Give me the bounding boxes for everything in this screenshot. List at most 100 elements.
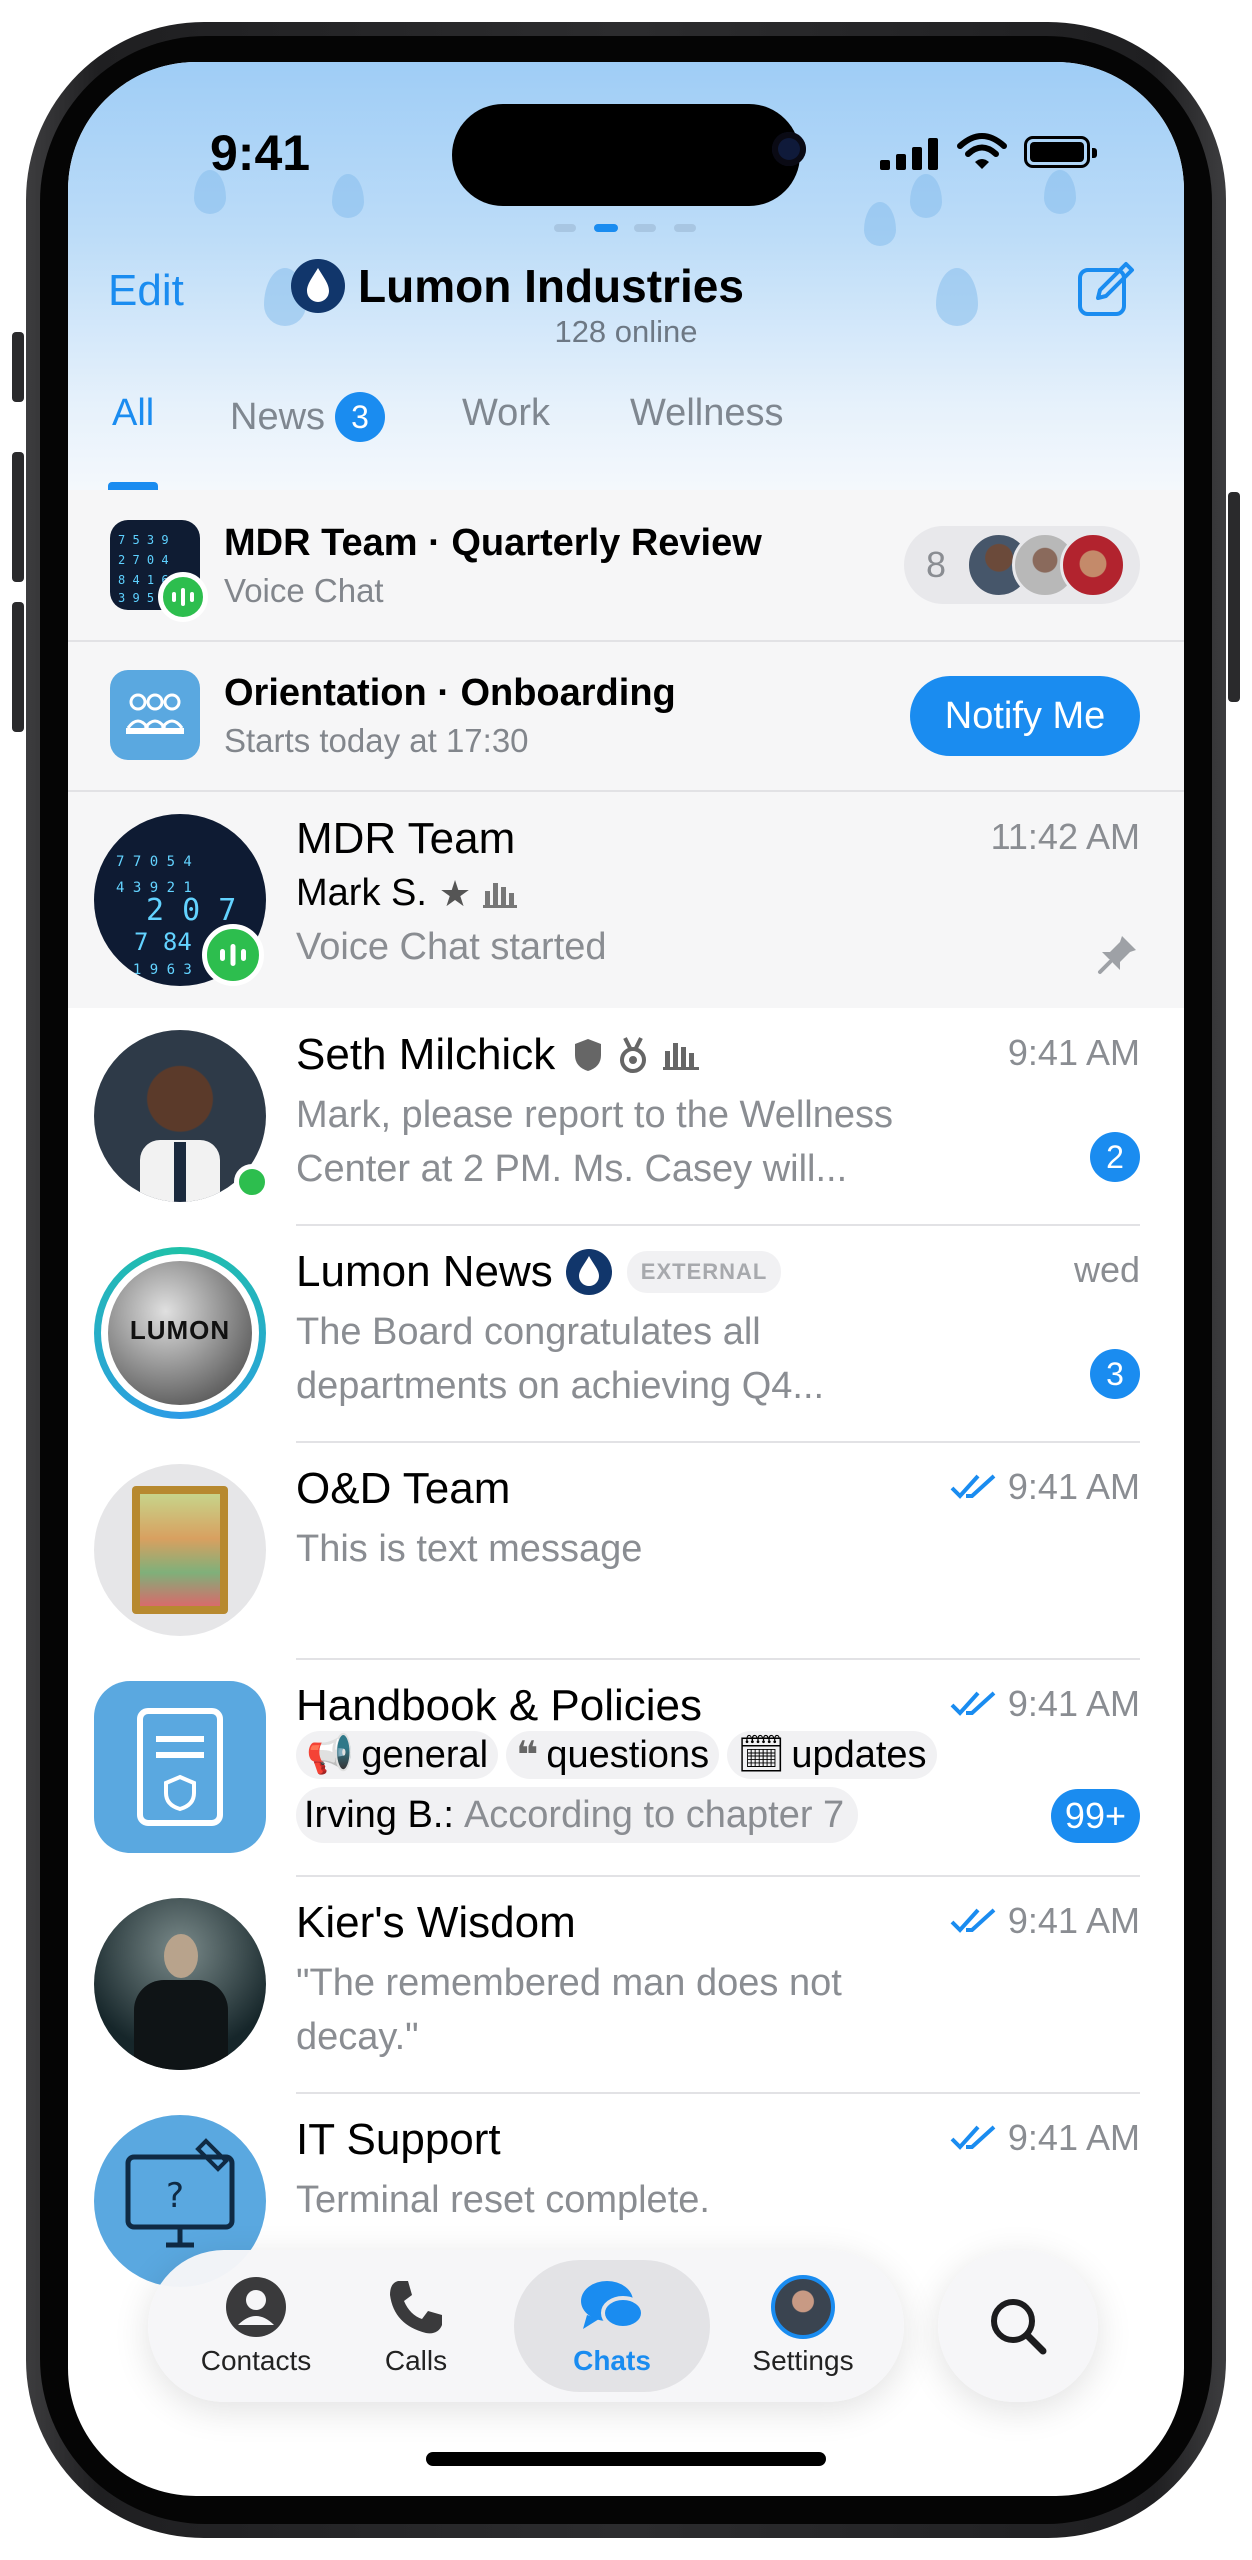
quote-icon: ❝ (516, 1734, 539, 1777)
topic-updates[interactable]: 🗓 updates (727, 1731, 937, 1779)
tab-all[interactable]: All (112, 392, 154, 435)
external-tag: EXTERNAL (626, 1251, 782, 1293)
chat-message: Terminal reset complete. (296, 2179, 710, 2221)
tab-label: Work (462, 392, 550, 434)
chat-time: 9:41 AM (950, 1683, 1140, 1725)
page-indicator (554, 224, 576, 232)
event-banner[interactable]: Orientation · Onboarding Starts today at… (68, 642, 1184, 790)
svg-text:7 5 3 9: 7 5 3 9 (118, 533, 169, 547)
chat-sender-line: Mark S. ★ (296, 872, 518, 915)
chat-bubbles-icon (581, 2281, 645, 2330)
avatar (94, 1681, 266, 1853)
topic-questions[interactable]: ❝ questions (506, 1731, 720, 1779)
voice-participants[interactable]: 8 (904, 526, 1140, 604)
double-check-icon (950, 1691, 996, 1716)
volume-up-button (12, 452, 24, 582)
participant-count: 8 (926, 544, 947, 585)
onboarding-group-icon (110, 670, 200, 760)
voice-chat-icon (158, 572, 208, 622)
tab-news[interactable]: News 3 (230, 392, 386, 442)
svg-text:7 7 0 5 4: 7 7 0 5 4 (116, 854, 192, 870)
pin-icon (1098, 936, 1136, 974)
chat-name: Kier's Wisdom (296, 1898, 576, 1947)
active-tab-indicator (108, 482, 158, 490)
avatar-icon (771, 2275, 835, 2339)
notify-me-button[interactable]: Notify Me (910, 676, 1140, 756)
topic-label: general (361, 1733, 489, 1776)
event-subtitle: Starts today at 17:30 (224, 722, 529, 759)
chat-name-text: Seth Milchick (296, 1030, 556, 1079)
decor-drop (864, 202, 896, 246)
medal-icon (620, 1037, 647, 1073)
avatar (94, 1464, 266, 1636)
edit-button[interactable]: Edit (108, 266, 184, 316)
chat-name: IT Support (296, 2115, 501, 2164)
search-button[interactable] (938, 2250, 1098, 2402)
chat-time: 9:41 AM (950, 1466, 1140, 1508)
calendar-icon: 🗓 (737, 1734, 786, 1776)
tab-label: News (230, 395, 326, 438)
stats-icon (663, 1043, 700, 1070)
event-title: Orientation · Onboarding (224, 672, 676, 714)
svg-text:2 1 9 6 3: 2 1 9 6 3 (116, 962, 192, 978)
handbook-icon (137, 1708, 223, 1826)
tab-calls[interactable]: Calls (346, 2250, 486, 2402)
chat-time: 9:41 AM (950, 1900, 1140, 1942)
megaphone-icon: 📢 (306, 1734, 354, 1776)
participant-avatar (1060, 532, 1126, 598)
phone-icon (390, 2281, 442, 2334)
tab-unread-badge: 3 (335, 392, 386, 442)
tab-chats[interactable]: Chats (514, 2250, 710, 2402)
chat-row-od-team[interactable]: O&D Team 9:41 AM This is text message (68, 1442, 1184, 1658)
compose-icon[interactable] (1076, 260, 1136, 320)
power-button (1228, 492, 1240, 702)
topic-label: updates (791, 1733, 927, 1776)
signal-icon (880, 138, 940, 170)
decor-drop (1044, 170, 1076, 214)
chat-time-text: 9:41 AM (1007, 1466, 1140, 1507)
sender-name: Mark S. (296, 872, 427, 914)
tab-label: Contacts (200, 2345, 312, 2376)
voice-chat-banner[interactable]: 7 5 3 92 7 0 48 4 1 63 9 5 2 MDR Team · … (68, 490, 1184, 640)
svg-text:2 7 0 4: 2 7 0 4 (118, 553, 169, 567)
chat-row-mdr-team[interactable]: 7 7 0 5 4 4 3 9 2 1 2 0 7 7 84 2 1 9 6 3… (68, 792, 1184, 1008)
voice-chat-subtitle: Voice Chat (224, 572, 384, 609)
tab-label: All (112, 392, 155, 434)
lumon-logo-text: LUMON (129, 1315, 231, 1345)
screen: 9:41 Edit Lumon Industries 128 online Al… (68, 62, 1184, 2496)
chat-name-text: Lumon News (296, 1247, 553, 1296)
voice-chat-title: MDR Team · Quarterly Review (224, 522, 762, 564)
chat-name: O&D Team (296, 1464, 511, 1513)
camera-icon (772, 132, 806, 166)
chat-row-handbook[interactable]: Handbook & Policies 9:41 AM 📢 general ❝ qu… (68, 1659, 1184, 1875)
tab-contacts[interactable]: Contacts (178, 2250, 334, 2402)
action-button (12, 332, 24, 402)
title-text: Lumon Industries (358, 260, 744, 312)
tab-label: Settings (752, 2345, 854, 2376)
topic-label: questions (546, 1733, 710, 1776)
dynamic-island (452, 104, 800, 206)
chat-row-seth-milchick[interactable]: Seth Milchick 9:41 AM Mark, please repor… (68, 1008, 1184, 1224)
tab-work[interactable]: Work (462, 392, 550, 435)
online-count: 128 online (554, 314, 698, 349)
topic-general[interactable]: 📢 general (296, 1731, 499, 1779)
tab-label: Chats (573, 2345, 651, 2376)
page-indicator-active (594, 224, 618, 232)
voice-chat-icon (202, 924, 264, 986)
person-icon (226, 2277, 286, 2337)
decor-drop (910, 174, 942, 218)
tab-settings[interactable]: Settings (728, 2250, 878, 2402)
topic-preview: Irving B.: According to chapter 7 (296, 1787, 859, 1843)
page-indicator (674, 224, 696, 232)
status-time: 9:41 (210, 125, 311, 181)
tab-wellness[interactable]: Wellness (630, 392, 783, 435)
unread-badge: 2 (1090, 1132, 1140, 1182)
double-check-icon (950, 1908, 996, 1933)
chat-name: MDR Team (296, 814, 516, 863)
chat-folder-title[interactable]: Lumon Industries (290, 258, 744, 314)
chat-message: Mark, please report to the Wellness Cent… (296, 1094, 894, 1190)
unread-badge: 3 (1090, 1349, 1140, 1399)
chat-row-lumon-news[interactable]: LUMON Lumon News EXTERNAL wed The Board … (68, 1225, 1184, 1441)
online-indicator (234, 1164, 270, 1200)
chat-row-kiers-wisdom[interactable]: Kier's Wisdom 9:41 AM "The remembered ma… (68, 1876, 1184, 2092)
